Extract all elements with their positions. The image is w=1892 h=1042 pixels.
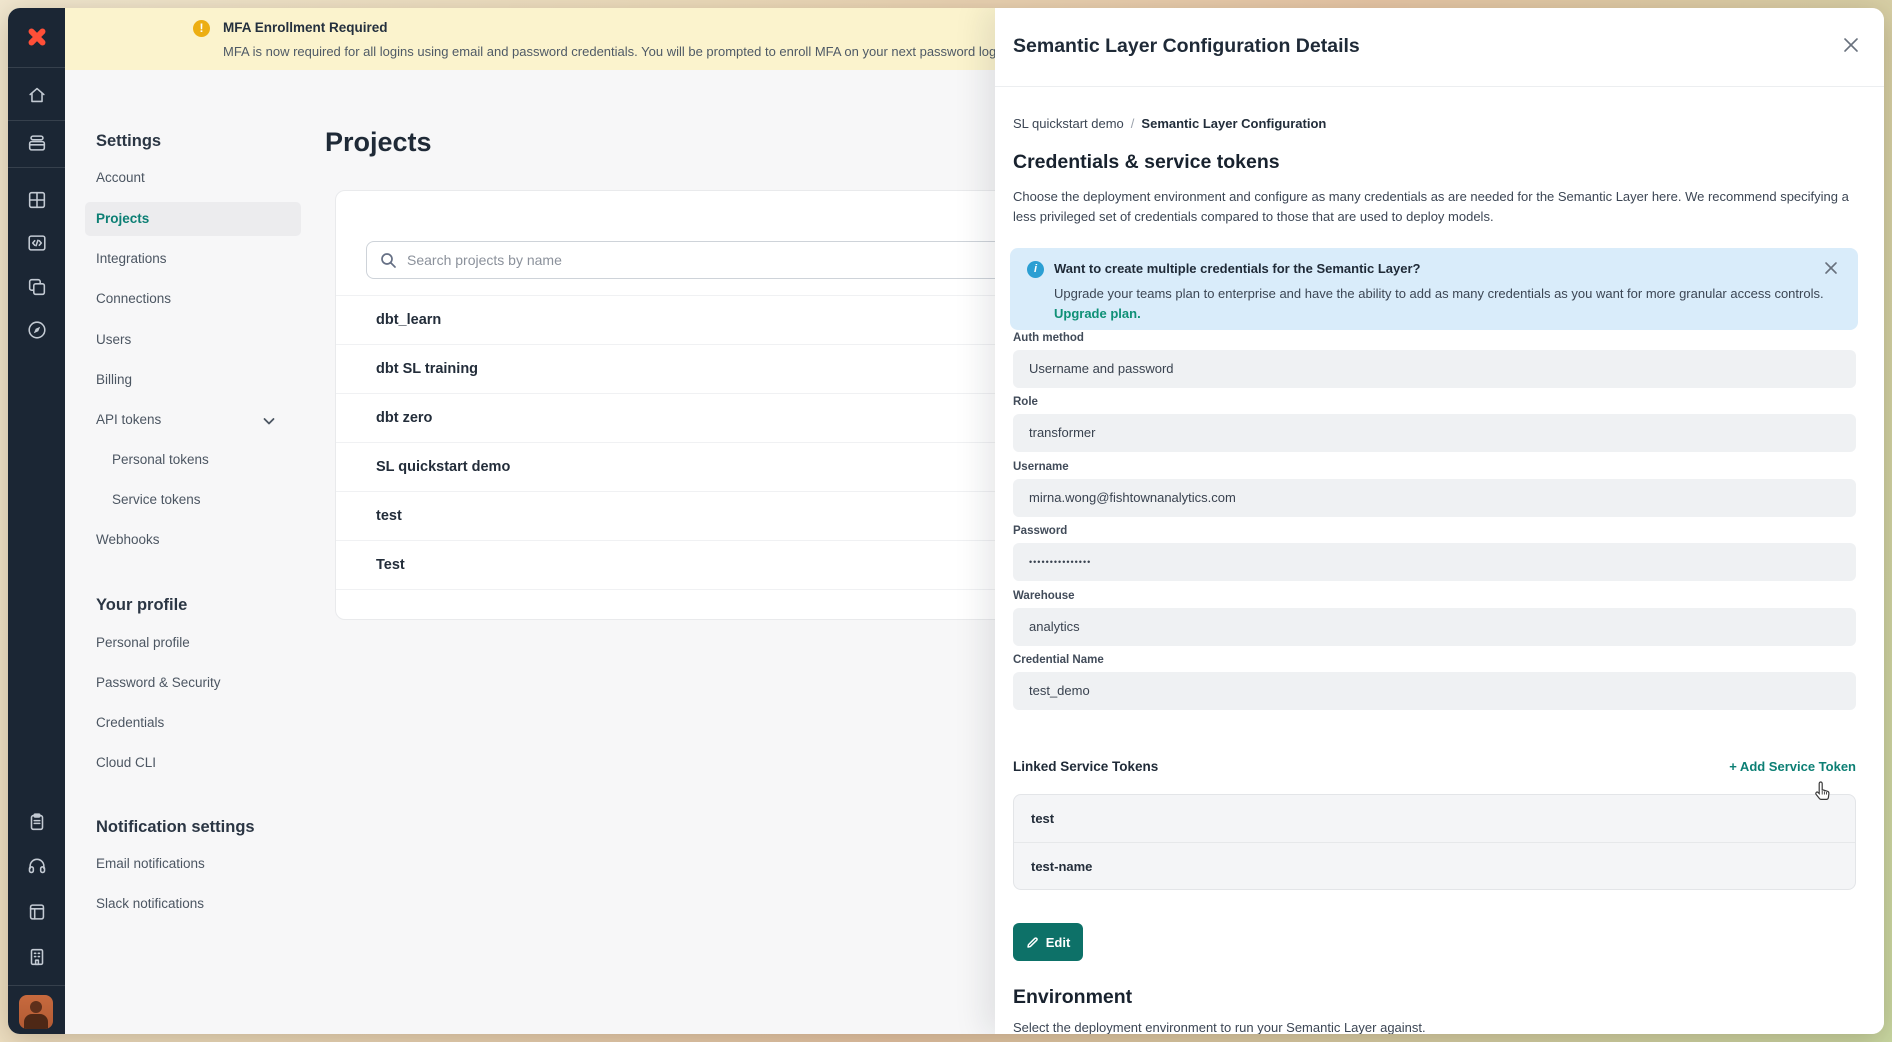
banner-message: MFA is now required for all logins using…: [223, 44, 995, 59]
field-auth-method: Auth method Username and password: [1013, 332, 1856, 388]
field-password: Password •••••••••••••••: [1013, 525, 1856, 581]
sidebar-item-users[interactable]: Users: [96, 332, 131, 347]
sidebar-item-webhooks[interactable]: Webhooks: [96, 532, 160, 547]
rail-divider: [8, 67, 65, 68]
explore-icon[interactable]: [8, 308, 65, 352]
info-icon: i: [1027, 261, 1044, 278]
breadcrumb-current: Semantic Layer Configuration: [1141, 116, 1326, 131]
field-credential-name: Credential Name test_demo: [1013, 654, 1856, 710]
environment-title: Environment: [1013, 986, 1132, 1009]
upgrade-plan-link[interactable]: Upgrade plan.: [1054, 306, 1141, 321]
dbt-logo[interactable]: [8, 15, 65, 59]
develop-icon[interactable]: [8, 221, 65, 265]
sidebar-item-password-security[interactable]: Password & Security: [96, 675, 221, 690]
service-tokens-list: test test-name: [1013, 794, 1856, 890]
auth-method-input[interactable]: Username and password: [1013, 350, 1856, 388]
role-input[interactable]: transformer: [1013, 414, 1856, 452]
page-title: Projects: [325, 127, 432, 158]
credential-name-input[interactable]: test_demo: [1013, 672, 1856, 710]
sidebar-item-billing[interactable]: Billing: [96, 372, 132, 387]
sidebar-item-email-notifications[interactable]: Email notifications: [96, 856, 205, 871]
edit-button[interactable]: Edit: [1013, 923, 1083, 961]
sidebar-item-personal-tokens[interactable]: Personal tokens: [112, 452, 209, 467]
password-input[interactable]: •••••••••••••••: [1013, 543, 1856, 581]
icon-rail: [8, 8, 65, 1034]
banner-title: MFA Enrollment Required: [223, 20, 388, 35]
field-label: Credential Name: [1013, 654, 1856, 666]
service-token-row[interactable]: test-name: [1014, 842, 1855, 889]
sidebar-item-integrations[interactable]: Integrations: [96, 251, 167, 266]
sidebar-item-account[interactable]: Account: [96, 170, 145, 185]
breadcrumb-parent[interactable]: SL quickstart demo: [1013, 116, 1124, 131]
info-title: Want to create multiple credentials for …: [1054, 261, 1421, 276]
field-label: Role: [1013, 396, 1856, 408]
field-warehouse: Warehouse analytics: [1013, 590, 1856, 646]
close-icon[interactable]: [1842, 36, 1860, 54]
rail-divider: [8, 985, 65, 986]
panel-header-divider: [995, 86, 1884, 87]
warning-icon: !: [193, 20, 210, 37]
panel-title: Semantic Layer Configuration Details: [1013, 35, 1360, 58]
field-label: Warehouse: [1013, 590, 1856, 602]
field-label: Auth method: [1013, 332, 1856, 344]
sidebar-item-service-tokens[interactable]: Service tokens: [112, 492, 201, 507]
chevron-down-icon[interactable]: [261, 413, 277, 434]
breadcrumb: SL quickstart demo/Semantic Layer Config…: [1013, 116, 1326, 131]
rail-divider: [8, 167, 65, 168]
username-input[interactable]: mirna.wong@fishtownanalytics.com: [1013, 479, 1856, 517]
support-icon[interactable]: [8, 844, 65, 888]
field-username: Username mirna.wong@fishtownanalytics.co…: [1013, 461, 1856, 517]
sidebar-item-credentials[interactable]: Credentials: [96, 715, 164, 730]
sidebar-item-connections[interactable]: Connections: [96, 291, 171, 306]
deploy-icon[interactable]: [8, 121, 65, 165]
sidebar-item-projects[interactable]: Projects: [96, 211, 149, 226]
app-window: ! MFA Enrollment Required MFA is now req…: [8, 8, 1884, 1034]
upgrade-info-box: i Want to create multiple credentials fo…: [1010, 248, 1858, 330]
section-title: Credentials & service tokens: [1013, 151, 1280, 174]
sidebar-item-personal-profile[interactable]: Personal profile: [96, 635, 190, 650]
sidebar-item-cloud-cli[interactable]: Cloud CLI: [96, 755, 156, 770]
organization-icon[interactable]: [8, 935, 65, 979]
mfa-banner: ! MFA Enrollment Required MFA is now req…: [65, 8, 995, 70]
settings-nav-title: Settings: [96, 132, 161, 151]
sidebar-item-api-tokens[interactable]: API tokens: [96, 412, 161, 427]
sidebar-item-slack-notifications[interactable]: Slack notifications: [96, 896, 204, 911]
home-icon[interactable]: [8, 73, 65, 117]
field-role: Role transformer: [1013, 396, 1856, 452]
environments-icon[interactable]: [8, 265, 65, 309]
environment-description: Select the deployment environment to run…: [1013, 1020, 1858, 1034]
search-icon: [380, 252, 397, 269]
docs-icon[interactable]: [8, 890, 65, 934]
service-token-row[interactable]: test: [1014, 795, 1855, 842]
linked-service-tokens-label: Linked Service Tokens: [1013, 759, 1158, 774]
close-icon[interactable]: [1824, 261, 1838, 275]
changelog-icon[interactable]: [8, 800, 65, 844]
add-service-token-button[interactable]: + Add Service Token: [1729, 759, 1856, 774]
field-label: Password: [1013, 525, 1856, 537]
semantic-layer-panel: Semantic Layer Configuration Details SL …: [995, 8, 1884, 1034]
user-avatar[interactable]: [19, 995, 53, 1029]
pencil-icon: [1026, 936, 1039, 949]
section-description: Choose the deployment environment and co…: [1013, 187, 1858, 227]
info-body: Upgrade your teams plan to enterprise an…: [1054, 286, 1824, 301]
dashboard-icon[interactable]: [8, 178, 65, 222]
warehouse-input[interactable]: analytics: [1013, 608, 1856, 646]
profile-nav-title: Your profile: [96, 596, 187, 615]
notifications-nav-title: Notification settings: [96, 818, 255, 837]
field-label: Username: [1013, 461, 1856, 473]
